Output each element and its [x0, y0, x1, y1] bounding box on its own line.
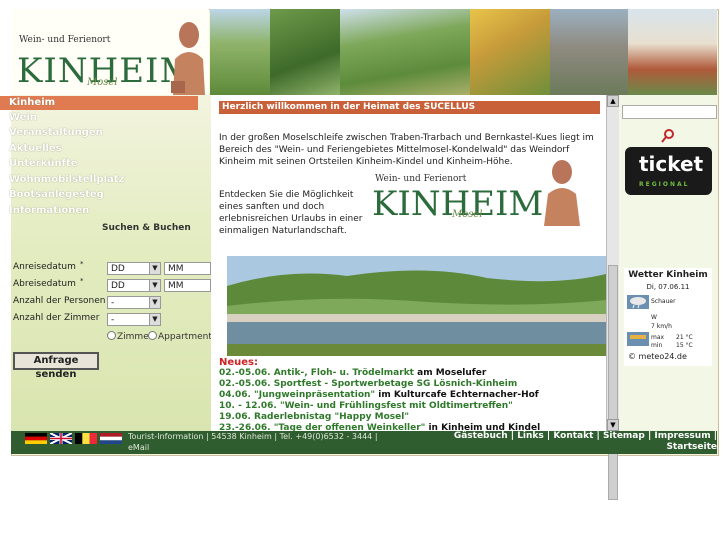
rooms-label: Anzahl der Zimmer	[13, 313, 100, 323]
flag-belgium-icon[interactable]	[75, 433, 97, 444]
sucellus-bust-image	[544, 160, 580, 226]
nav-item-kinheim[interactable]: Kinheim	[0, 96, 198, 110]
footer-address: Tourist-Information | 54538 Kinheim | Te…	[128, 432, 378, 441]
news-heading: Neues:	[219, 357, 259, 368]
logo-subtitle: Mosel	[87, 77, 118, 88]
footer-startseite-link[interactable]: Startseite	[454, 442, 717, 453]
nav-item-bootsanlegesteg[interactable]: Bootsanlegesteg	[0, 188, 198, 202]
arrival-label: Anreisedatum	[13, 262, 76, 272]
required-marker: *	[80, 260, 84, 268]
required-marker: *	[80, 277, 84, 285]
welcome-banner: Herzlich willkommen in der Heimat des SU…	[219, 101, 600, 114]
header-photos	[210, 9, 717, 95]
flag-uk-icon[interactable]	[50, 433, 72, 444]
news-item[interactable]: 02.-05.06. Sportfest - Sportwerbetage SG…	[219, 379, 517, 390]
news-item[interactable]: 04.06. "Jungweinpräsentation" im Kulturc…	[219, 390, 539, 401]
min-temp: 15 °C	[676, 342, 693, 349]
weather-copyright[interactable]: © meteo24.de	[628, 352, 687, 361]
ruin-photo	[550, 9, 628, 95]
flag-netherlands-icon[interactable]	[100, 433, 122, 444]
wind-speed: 7 km/h	[651, 323, 672, 330]
nav-item-wohnmobilstellplatz[interactable]: Wohnmobilstellplatz	[0, 173, 198, 187]
intro-text-2: Entdecken Sie die Möglichkeit eines sanf…	[219, 190, 363, 236]
moselle-panorama-image	[227, 256, 606, 356]
max-temp: 21 °C	[676, 334, 693, 341]
weather-title: Wetter Kinheim	[628, 270, 708, 280]
radio-zimmer[interactable]: Zimmer	[107, 331, 152, 342]
anfrage-senden-button[interactable]: Anfrage senden	[13, 352, 99, 380]
logo-tagline: Wein- und Ferienort	[19, 35, 111, 45]
ticket-word: ticket	[639, 152, 704, 176]
flag-germany-icon[interactable]	[25, 433, 47, 444]
chevron-down-icon: ▼	[149, 263, 160, 274]
search-title: Suchen & Buchen	[102, 223, 191, 233]
news-item[interactable]: 02.-05.06. Antik-, Floh- u. Trödelmarkt …	[219, 368, 486, 379]
nav-item-veranstaltungen[interactable]: Veranstaltungen	[0, 126, 198, 140]
weather-widget[interactable]: Wetter Kinheim Di, 07.06.11 Schauer W 7 …	[624, 268, 712, 366]
ticket-regional-banner[interactable]: ticket REGIONAL	[625, 147, 712, 195]
ticket-region: REGIONAL	[639, 181, 690, 188]
village-house-photo	[628, 9, 717, 95]
footer-links-row[interactable]: Gästebuch | Links | Kontakt | Sitemap | …	[454, 431, 717, 442]
scroll-thumb[interactable]	[608, 265, 618, 500]
site-search-input[interactable]	[622, 105, 717, 119]
wind-direction: W	[651, 314, 657, 321]
persons-select[interactable]: - ▼	[107, 296, 161, 309]
chevron-down-icon: ▼	[149, 280, 160, 291]
chevron-down-icon: ▼	[149, 314, 160, 325]
valley-photo	[340, 9, 470, 95]
scroll-down-icon[interactable]: ▼	[607, 419, 619, 431]
arrival-month-select[interactable]: MM	[164, 262, 211, 275]
scroll-up-icon[interactable]: ▲	[607, 95, 619, 107]
departure-label: Abreisedatum	[13, 279, 76, 289]
weather-condition: Schauer	[651, 298, 676, 305]
content-logo: Wein- und Ferienort KINHEIM Mosel	[372, 158, 594, 228]
arrival-day-select[interactable]: DD ▼	[107, 262, 161, 275]
weather-date: Di, 07.06.11	[646, 283, 690, 291]
site-logo[interactable]: Wein- und Ferienort KINHEIM Mosel	[11, 9, 209, 95]
news-item[interactable]: 19.06. Raderlebnistag "Happy Mosel"	[219, 412, 409, 423]
thermometer-icon	[627, 332, 649, 346]
persons-label: Anzahl der Personen	[13, 296, 106, 306]
footer-contact-info: Tourist-Information | 54538 Kinheim | Te…	[128, 431, 378, 453]
nav-item-wein[interactable]: Wein	[0, 111, 198, 125]
sucellus-bust-image	[171, 22, 205, 95]
departure-month-select[interactable]: MM	[164, 279, 211, 292]
news-item[interactable]: 10. - 12.06. "Wein- und Frühlingsfest mi…	[219, 401, 513, 412]
right-sidebar	[619, 95, 717, 431]
vineyard-photo	[210, 9, 270, 95]
nav-item-unterkuenfte[interactable]: Unterkünfte	[0, 157, 198, 171]
nav-item-informationen[interactable]: Informationen	[0, 204, 198, 218]
min-label: min	[651, 342, 663, 349]
departure-day-select[interactable]: DD ▼	[107, 279, 161, 292]
main-scrollbar[interactable]: ▲ ▼	[606, 95, 620, 500]
search-icon[interactable]	[661, 129, 675, 143]
chevron-down-icon: ▼	[149, 297, 160, 308]
news-item[interactable]: 23.-26.06. "Tage der offenen Weinkeller"…	[219, 423, 540, 431]
rain-cloud-icon	[627, 295, 649, 309]
footer-email-link[interactable]: eMail	[128, 442, 378, 453]
radio-appartment[interactable]: Appartment	[148, 331, 212, 342]
footer-links[interactable]: Gästebuch | Links | Kontakt | Sitemap | …	[454, 431, 717, 453]
nav-item-aktuelles[interactable]: Aktuelles	[0, 142, 198, 156]
rooms-select[interactable]: - ▼	[107, 313, 161, 326]
max-label: max	[651, 334, 665, 341]
autumn-vines-photo	[470, 9, 550, 95]
hill-photo	[270, 9, 340, 95]
